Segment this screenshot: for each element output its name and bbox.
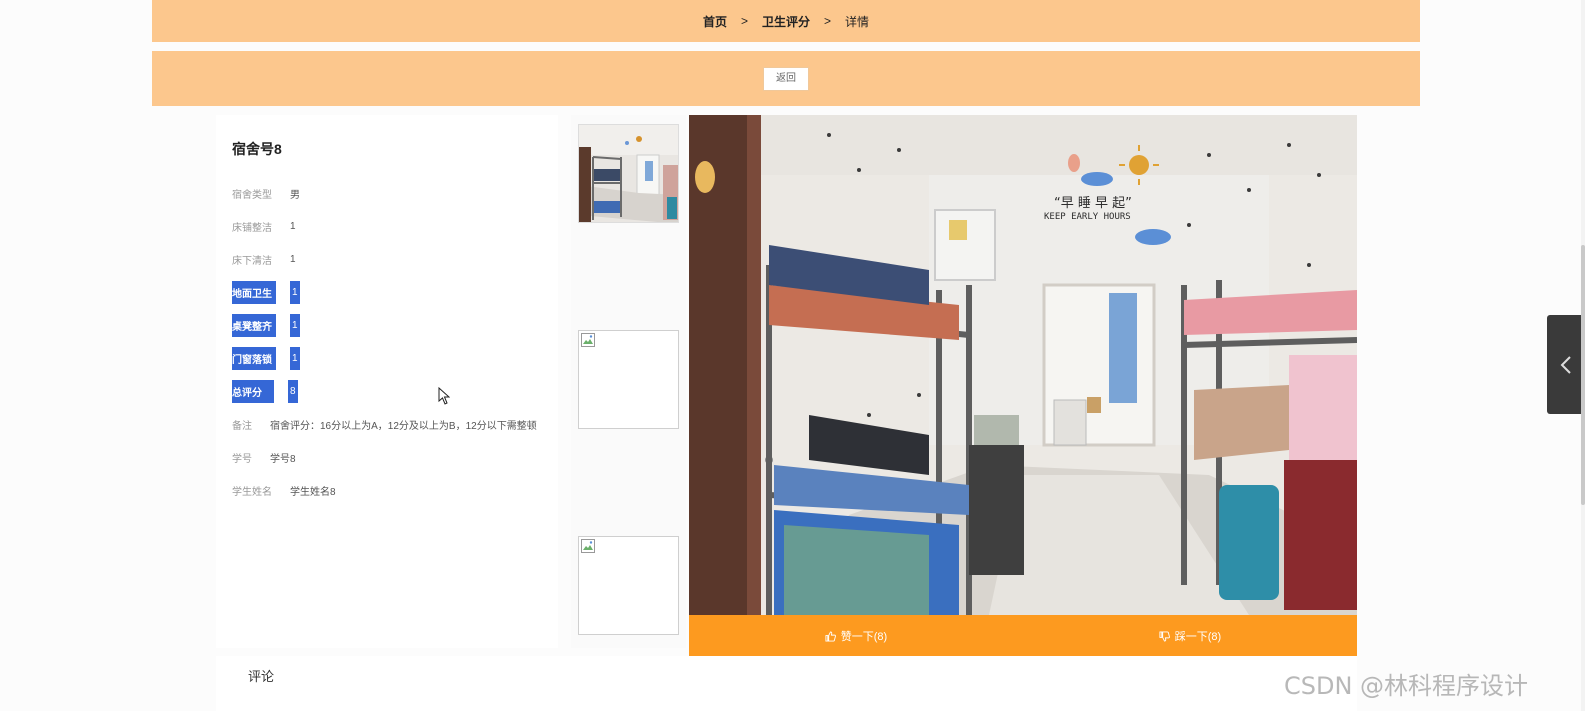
field-label: 床铺整洁 — [232, 222, 272, 234]
field-value: 8 — [288, 379, 298, 403]
thumbnail-1[interactable] — [578, 124, 679, 223]
breadcrumb-home[interactable]: 首页 — [703, 13, 727, 30]
broken-image-icon — [581, 539, 595, 553]
field-label: 备注 — [232, 420, 252, 432]
breadcrumb: 首页 > 卫生评分 > 详情 — [152, 0, 1420, 42]
field-label: 学生姓名 — [232, 486, 272, 498]
field-value: 男 — [290, 189, 300, 201]
vote-bar: 赞一下(8) 踩一下(8) — [689, 615, 1357, 657]
field-student-id: 学号 学号8 — [232, 447, 296, 467]
field-label: 总评分 — [232, 379, 274, 403]
detail-info-panel: 宿舍号8 宿舍类型 男 床铺整洁 1 床下清洁 1 地面卫生 1 桌凳整齐 1 … — [216, 115, 558, 648]
breadcrumb-separator: > — [740, 14, 748, 28]
field-value: 1 — [290, 220, 296, 232]
breadcrumb-section[interactable]: 卫生评分 — [762, 13, 810, 30]
scrollbar-thumb[interactable] — [1581, 245, 1585, 505]
field-label: 门窗落锁 — [232, 346, 276, 370]
broken-image-icon — [581, 333, 595, 347]
thumbnail-3[interactable] — [578, 536, 679, 635]
dislike-label: 踩一下(8) — [1174, 631, 1222, 643]
thumbnail-2[interactable] — [578, 330, 679, 429]
field-floor-hygiene: 地面卫生 1 — [232, 280, 300, 304]
side-panel-toggle[interactable] — [1547, 315, 1585, 414]
field-value: 学号8 — [270, 453, 296, 465]
watermark: CSDN @林科程序设计 — [1284, 672, 1529, 700]
like-label: 赞一下(8) — [840, 631, 888, 643]
mouse-cursor-icon — [438, 387, 450, 405]
field-label: 宿舍类型 — [232, 189, 272, 201]
back-button[interactable]: 返回 — [763, 66, 809, 91]
breadcrumb-separator: > — [824, 14, 832, 28]
field-total-score: 总评分 8 — [232, 379, 298, 403]
chevron-left-icon — [1560, 355, 1571, 374]
field-bed-tidy: 床铺整洁 1 — [232, 216, 296, 236]
field-value: 宿舍评分：16分以上为A，12分及以上为B，12分以下需整顿 — [270, 420, 537, 432]
thumbnail-list — [571, 115, 686, 648]
field-student-name: 学生姓名 学生姓名8 — [232, 480, 336, 500]
thumbs-down-icon — [1159, 630, 1170, 642]
main-dorm-photo: “早 睡 早 起” KEEP EARLY HOURS — [689, 115, 1357, 615]
field-value: 1 — [290, 253, 296, 265]
field-label: 床下清洁 — [232, 255, 272, 267]
field-door-window-lock: 门窗落锁 1 — [232, 346, 300, 370]
dorm-title: 宿舍号8 — [232, 141, 282, 157]
wall-text: KEEP EARLY HOURS — [1044, 212, 1131, 222]
field-label: 学号 — [232, 453, 252, 465]
breadcrumb-current: 详情 — [845, 14, 870, 29]
field-under-bed-clean: 床下清洁 1 — [232, 249, 296, 269]
comment-section: 评论 — [216, 656, 1357, 711]
dorm-room-photo: “早 睡 早 起” KEEP EARLY HOURS — [689, 115, 1357, 615]
field-dorm-type: 宿舍类型 男 — [232, 183, 300, 203]
field-remark: 备注 宿舍评分：16分以上为A，12分及以上为B，12分以下需整顿 — [232, 414, 537, 434]
like-button[interactable]: 赞一下(8) — [689, 615, 1023, 657]
field-desk-order: 桌凳整齐 1 — [232, 313, 300, 337]
field-value: 1 — [290, 346, 300, 370]
field-value: 学生姓名8 — [290, 486, 336, 498]
field-label: 桌凳整齐 — [232, 313, 276, 337]
action-bar: 返回 — [152, 51, 1420, 106]
thumbs-up-icon — [825, 630, 836, 642]
field-label: 地面卫生 — [232, 280, 276, 304]
dorm-thumbnail-image — [579, 125, 678, 222]
dislike-button[interactable]: 踩一下(8) — [1023, 615, 1357, 657]
field-value: 1 — [290, 280, 300, 304]
wall-slogan: “早 睡 早 起” — [1054, 196, 1132, 211]
comment-title: 评论 — [248, 669, 275, 684]
field-value: 1 — [290, 313, 300, 337]
